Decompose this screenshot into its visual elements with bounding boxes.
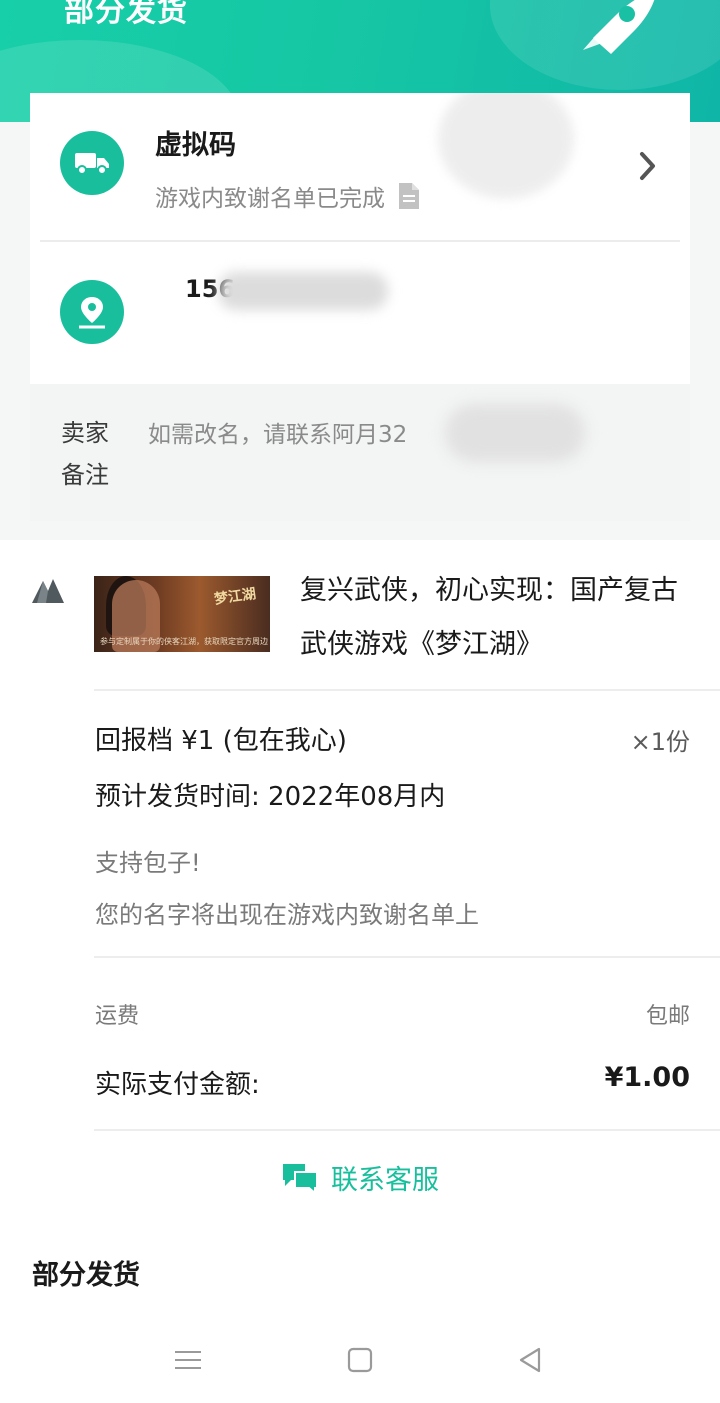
shipping-method-title: 虚拟码: [155, 130, 236, 161]
chevron-right-icon: [640, 152, 655, 180]
redaction-blur: [445, 404, 585, 462]
system-navigation-bar: [0, 1335, 720, 1385]
chat-bubbles-icon: [283, 1163, 318, 1194]
header-status-title: 部分发货: [64, 0, 188, 29]
divider: [94, 689, 720, 691]
order-detail-section: 梦江湖 参与定制属于你的侠客江湖，获取限定官方周边 复兴武侠，初心实现：国产复古…: [0, 540, 720, 1225]
shipping-info-card: 虚拟码 游戏内致谢名单已完成 156 卖家备注 如需改名，请联系阿月32: [30, 93, 690, 521]
address-row[interactable]: 156: [30, 242, 690, 384]
reward-tier: 回报档 ¥1 (包在我心): [95, 726, 347, 756]
seller-note-box: 卖家备注 如需改名，请联系阿月32: [30, 384, 690, 521]
reward-quantity: ×1份: [630, 728, 690, 756]
shipping-method-status: 游戏内致谢名单已完成: [155, 179, 421, 213]
shipping-method-row[interactable]: 虚拟码 游戏内致谢名单已完成: [30, 93, 690, 240]
contact-support-button[interactable]: 联系客服: [0, 1158, 720, 1197]
shipping-fee-value: 包邮: [645, 1004, 690, 1029]
reward-description-line2: 您的名字将出现在游戏内致谢名单上: [95, 901, 479, 929]
product-title[interactable]: 复兴武侠，初心实现：国产复古武侠游戏《梦江湖》: [300, 564, 695, 672]
document-icon[interactable]: [397, 182, 421, 210]
redaction-blur: [218, 272, 388, 310]
menu-nav-button[interactable]: [168, 1343, 208, 1377]
shop-icon[interactable]: [30, 575, 66, 605]
shipping-fee-label: 运费: [95, 1004, 140, 1029]
seller-note-label: 卖家备注: [61, 419, 109, 489]
thumbnail-logo-text: 梦江湖: [213, 586, 258, 608]
home-nav-button[interactable]: [340, 1343, 380, 1377]
contact-support-label: 联系客服: [331, 1165, 439, 1196]
estimated-delivery: 预计发货时间: 2022年08月内: [95, 782, 446, 812]
footer-status-text: 部分发货: [32, 1260, 140, 1291]
menu-icon: [175, 1351, 201, 1369]
seller-note-text: 如需改名，请联系阿月32: [148, 422, 408, 448]
bottom-bar: 部分发货: [0, 1225, 720, 1403]
rocket-icon: [583, 0, 655, 54]
divider: [94, 956, 720, 958]
back-triangle-icon: [519, 1347, 541, 1373]
back-nav-button[interactable]: [510, 1343, 550, 1377]
square-icon: [347, 1347, 373, 1373]
divider: [94, 1129, 720, 1131]
paid-amount-label: 实际支付金额:: [95, 1070, 260, 1100]
shipping-status-text: 游戏内致谢名单已完成: [155, 186, 385, 212]
reward-description-line1: 支持包子!: [95, 849, 201, 877]
thumbnail-caption: 参与定制属于你的侠客江湖，获取限定官方周边: [100, 637, 268, 646]
product-thumbnail[interactable]: 梦江湖 参与定制属于你的侠客江湖，获取限定官方周边: [94, 576, 270, 652]
location-pin-icon: [60, 280, 124, 344]
paid-amount-value: ¥1.00: [604, 1062, 690, 1093]
truck-icon: [60, 131, 124, 195]
